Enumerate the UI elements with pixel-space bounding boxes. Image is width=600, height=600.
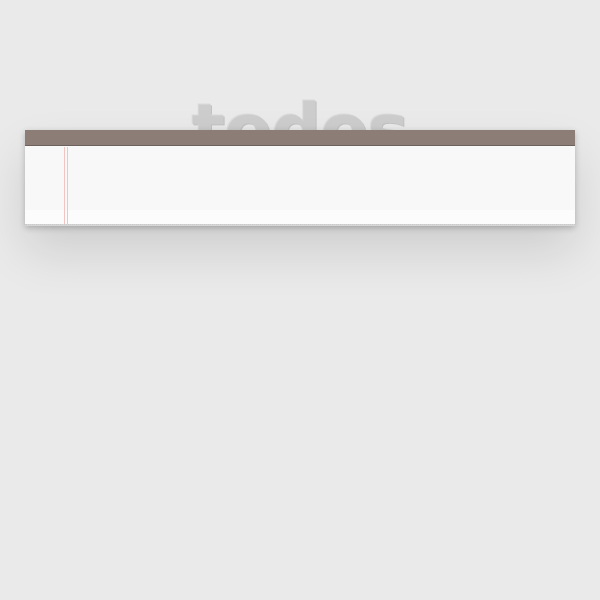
todo-panel <box>25 130 575 226</box>
notebook-margin-line <box>67 147 68 224</box>
notebook-margin-line <box>64 147 65 224</box>
new-todo-input[interactable] <box>25 147 575 210</box>
panel-footer-strip <box>25 210 575 224</box>
header-bar <box>25 130 575 146</box>
panel-bottom-edge <box>25 224 575 226</box>
